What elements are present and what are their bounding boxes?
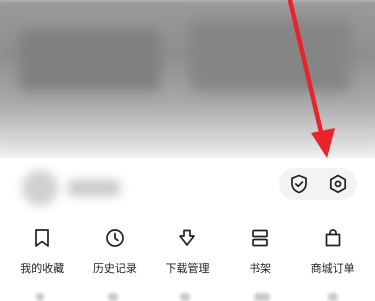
username[interactable] [68, 180, 120, 196]
download-icon [175, 226, 199, 250]
nav-label: 历史记录 [92, 262, 137, 275]
avatar[interactable] [22, 170, 58, 206]
next-row-partial [0, 291, 375, 301]
nav-item-bookshelf[interactable]: 书架 [227, 226, 293, 284]
clock-icon [103, 226, 127, 250]
bookmark-icon [30, 226, 54, 250]
profile-quick-actions [279, 168, 357, 200]
nav-label: 下载管理 [165, 262, 210, 275]
nav-label: 商城订单 [310, 262, 355, 275]
settings-hexagon-icon[interactable] [323, 169, 353, 199]
shield-check-icon[interactable] [284, 169, 314, 199]
blurred-content-left [20, 30, 160, 90]
nav-item-shop-orders[interactable]: 商城订单 [300, 226, 366, 284]
shopping-bag-icon [321, 226, 345, 250]
nav-label: 书架 [249, 262, 272, 275]
bookshelf-icon [248, 226, 272, 250]
nav-item-favorites[interactable]: 我的收藏 [9, 226, 75, 284]
blurred-content-right [190, 20, 350, 90]
nav-label: 我的收藏 [20, 262, 65, 275]
nav-item-history[interactable]: 历史记录 [82, 226, 148, 284]
feature-nav: 我的收藏 历史记录 下载管理 书架 商城订单 [0, 226, 375, 284]
nav-item-downloads[interactable]: 下载管理 [154, 226, 220, 284]
